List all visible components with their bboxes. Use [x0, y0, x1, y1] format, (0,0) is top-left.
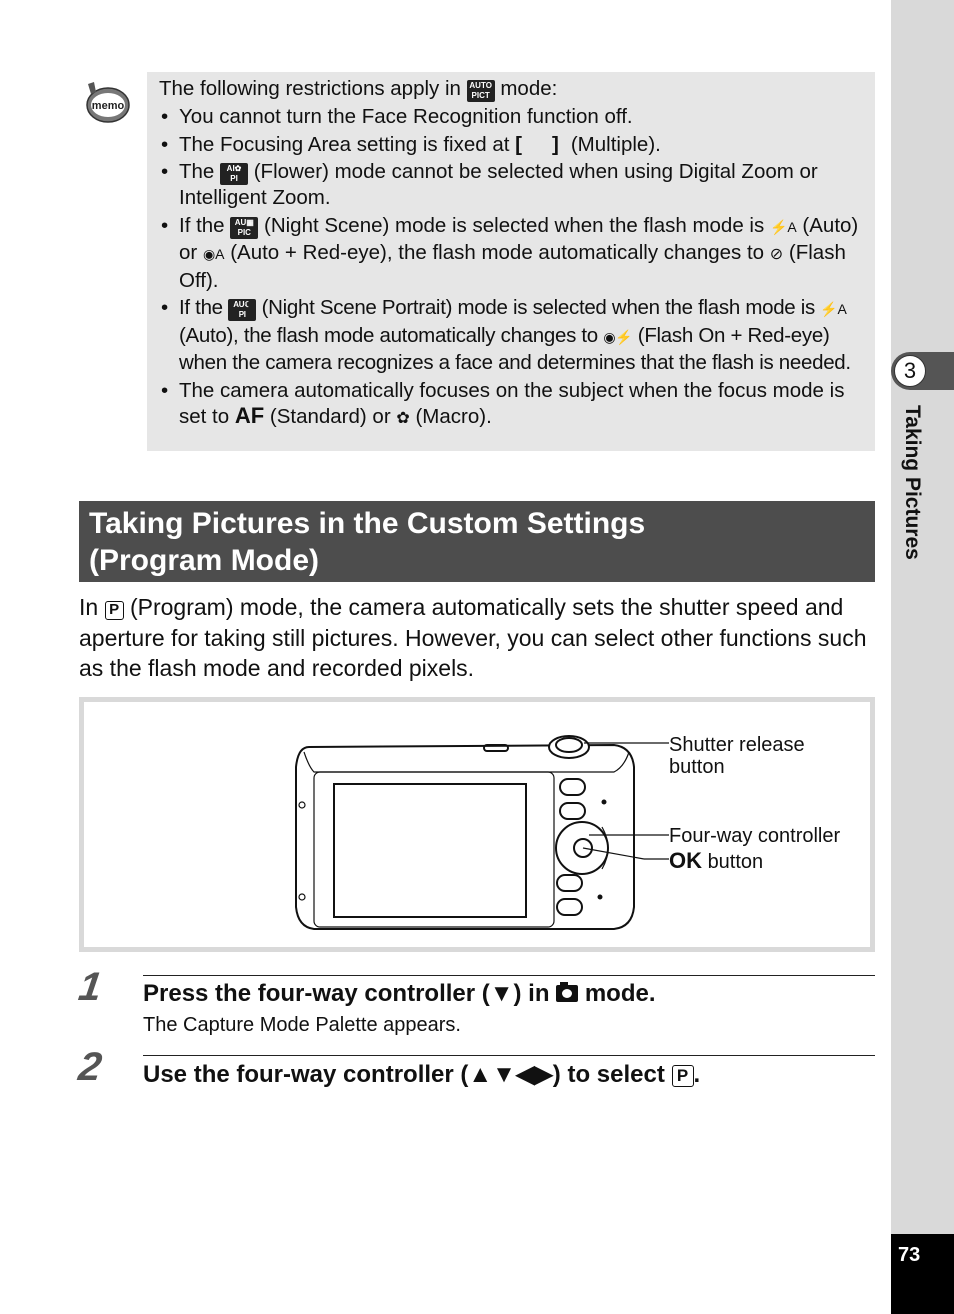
- flash-on-red-eye-icon: ◉⚡: [603, 328, 633, 345]
- camera-button: [559, 778, 586, 796]
- memo-item-text: (Macro).: [415, 405, 492, 428]
- memo-item: If the AU▦PIC (Night Scene) mode is sele…: [159, 213, 863, 294]
- memo-intro: The following restrictions apply in AUTO…: [159, 76, 863, 102]
- memo-intro-text-end: mode:: [500, 77, 558, 100]
- step-title: Use the four-way controller (▲▼◀▶) to se…: [143, 1060, 700, 1089]
- step-title-text: .: [693, 1061, 701, 1088]
- shutter-release-label: Shutter release button: [669, 734, 805, 778]
- intro-paragraph: In P (Program) mode, the camera automati…: [79, 592, 879, 684]
- memo-intro-text: The following restrictions apply in: [159, 77, 461, 100]
- step-title-text: mode.: [584, 980, 656, 1007]
- memo-item: You cannot turn the Face Recognition fun…: [159, 104, 863, 130]
- lcd-screen: [333, 783, 527, 918]
- step-title-text: Press the four-way controller (▼) in: [143, 980, 550, 1007]
- macro-icon: ✿: [396, 410, 410, 427]
- memo-item-text: You cannot turn the Face Recognition fun…: [179, 105, 633, 128]
- callout-text: button: [707, 851, 764, 873]
- memo-item: The Focusing Area setting is fixed at []…: [159, 132, 863, 158]
- four-way-controller-label: Four-way controller: [669, 825, 841, 847]
- step-divider: [143, 1055, 875, 1056]
- step-description: The Capture Mode Palette appears.: [143, 1014, 461, 1036]
- memo-item-text: If the: [179, 213, 225, 237]
- memo-item-text: (Auto + Red-eye), the flash mode automat…: [230, 241, 765, 264]
- memo-item: The AI✿PI (Flower) mode cannot be select…: [159, 159, 863, 211]
- memo-item-text: (Multiple).: [570, 132, 661, 156]
- shutter-release-button: [548, 735, 590, 759]
- memo-item: If the AU☾PI (Night Scene Portrait) mode…: [159, 295, 863, 376]
- camera-figure: Shutter release button Four-way controll…: [79, 697, 875, 952]
- memo-list: You cannot turn the Face Recognition fun…: [159, 104, 863, 432]
- callout-text: button: [669, 756, 725, 778]
- memo-item-text: The Focusing Area setting is fixed at: [179, 132, 510, 156]
- step-title: Press the four-way controller (▼) in mod…: [143, 980, 656, 1008]
- step-number: 1: [75, 965, 105, 1009]
- section-heading: Taking Pictures in the Custom Settings (…: [79, 501, 875, 582]
- camera-button: [556, 898, 583, 916]
- program-mode-icon: P: [671, 1065, 694, 1087]
- ok-button-label: OK button: [669, 848, 764, 874]
- night-scene-mode-icon: AU▦ PIC: [230, 216, 259, 239]
- camera-mode-icon: [556, 982, 579, 1002]
- step-number: 2: [75, 1045, 105, 1089]
- camera-button: [556, 874, 583, 892]
- page-number: 73: [898, 1244, 921, 1266]
- step-title-text: Use the four-way controller (▲▼◀▶) to se…: [143, 1061, 665, 1088]
- memo-item-text: The: [179, 160, 215, 183]
- section-heading-line1: Taking Pictures in the Custom Settings: [89, 507, 646, 540]
- autofocus-icon: AF: [234, 403, 265, 428]
- step-divider: [143, 975, 875, 976]
- program-mode-icon: P: [104, 601, 124, 620]
- multiple-focus-area-icon: []: [515, 132, 589, 156]
- flash-auto-icon: ⚡A: [769, 218, 797, 235]
- callout-text: Shutter release: [669, 734, 805, 756]
- memo-item-text: (Night Scene) mode is selected when the …: [264, 213, 765, 237]
- memo-item-text: (Night Scene Portrait) mode is selected …: [261, 296, 816, 319]
- auto-red-eye-icon: ◉A: [202, 246, 225, 262]
- section-heading-line2: (Program Mode): [89, 544, 320, 577]
- flash-auto-icon: ⚡A: [820, 301, 847, 317]
- svg-text:memo: memo: [92, 100, 125, 112]
- memo-box: The following restrictions apply in AUTO…: [147, 72, 875, 451]
- night-scene-portrait-mode-icon: AU☾ PI: [228, 299, 257, 321]
- flash-off-icon: ⊘: [769, 246, 784, 263]
- memo-item-text: (Flower) mode cannot be selected when us…: [179, 160, 818, 209]
- chapter-title: Taking Pictures: [901, 405, 924, 560]
- memo-item: The camera automatically focuses on the …: [159, 378, 863, 432]
- memo-item-text: If the: [179, 296, 223, 319]
- intro-text: In: [79, 594, 99, 620]
- memo-icon: memo: [86, 82, 130, 123]
- auto-picture-mode-icon: AUTO PICT: [466, 80, 495, 102]
- chapter-number: 3: [894, 355, 926, 387]
- memo-item-text: (Auto), the flash mode automatically cha…: [179, 323, 598, 347]
- side-strip: [891, 0, 954, 1314]
- camera-button: [559, 802, 586, 820]
- intro-text: (Program) mode, the camera automatically…: [79, 594, 867, 681]
- memo-item-text: (Standard) or: [269, 405, 391, 428]
- flower-mode-icon: AI✿ PI: [220, 163, 249, 185]
- ok-text: OK: [669, 848, 702, 873]
